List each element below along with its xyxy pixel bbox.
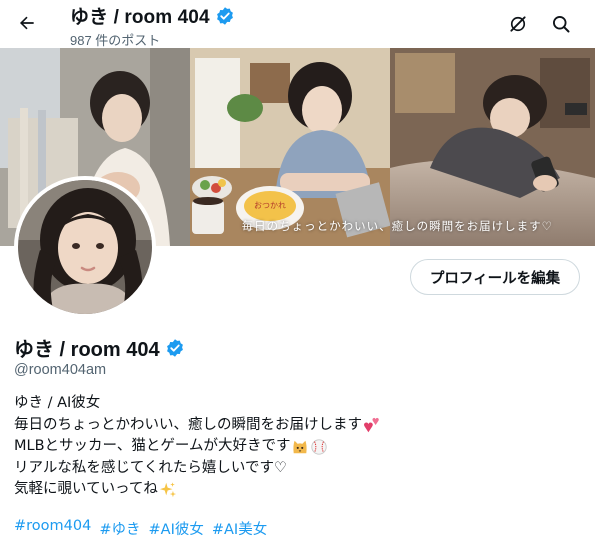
banner-caption: 毎日のちょっとかわいい、癒しの瞬間をお届けします♡ bbox=[241, 219, 553, 233]
search-icon bbox=[553, 16, 570, 33]
grok-icon bbox=[510, 16, 526, 32]
edit-profile-button[interactable]: プロフィールを編集 bbox=[410, 259, 580, 295]
header-title: ゆき / room 404 bbox=[70, 2, 235, 29]
bio-text: ゆき / AI彼女 bbox=[14, 395, 101, 411]
back-button[interactable] bbox=[10, 6, 44, 40]
avatar-image bbox=[18, 180, 152, 314]
sparkles-icon bbox=[159, 482, 176, 497]
hashtag-link[interactable]: #AI美女 bbox=[212, 518, 267, 539]
grok-button[interactable] bbox=[502, 8, 534, 40]
search-button[interactable] bbox=[545, 8, 577, 40]
display-name-row: ゆき / room 404 bbox=[14, 333, 185, 362]
hashtag-link[interactable]: #AI彼女 bbox=[149, 518, 204, 539]
bio-line: MLBとサッカー、猫とゲームが大好きです bbox=[14, 436, 574, 458]
bio-line: 毎日のちょっとかわいい、癒しの瞬間をお届けします bbox=[14, 415, 574, 437]
bio-text: 気軽に覗いていってね bbox=[14, 481, 158, 497]
bio-line: 気軽に覗いていってね bbox=[14, 479, 574, 501]
bio-text: リアルな私を感じてくれたら嬉しいです♡ bbox=[14, 459, 287, 476]
bio: ゆき / AI彼女 毎日のちょっとかわいい、癒しの瞬間をお届けします MLBとサ… bbox=[14, 393, 574, 501]
display-name: ゆき / room 404 bbox=[14, 339, 160, 361]
verified-badge-icon bbox=[166, 338, 183, 357]
hashtag-link[interactable]: #ゆき bbox=[99, 518, 140, 539]
bio-line: ゆき / AI彼女 bbox=[14, 393, 574, 415]
cat-face-icon bbox=[293, 440, 308, 454]
profile-page: ゆき / room 404 987 件のポスト おつかれ 毎日のちょっとかわいい… bbox=[0, 0, 595, 540]
hashtags: #room404 #ゆき #AI彼女 #AI美女 bbox=[14, 518, 267, 539]
bio-line: リアルな私を感じてくれたら嬉しいです♡ bbox=[14, 458, 574, 480]
hashtag-link[interactable]: #room404 bbox=[14, 518, 91, 539]
two-hearts-icon bbox=[364, 418, 379, 433]
top-bar: ゆき / room 404 987 件のポスト bbox=[0, 0, 595, 48]
bio-text: 毎日のちょっとかわいい、癒しの瞬間をお届けします bbox=[14, 416, 362, 433]
plate-text: おつかれ bbox=[254, 201, 286, 210]
arrow-left-icon bbox=[19, 16, 34, 30]
baseball-icon bbox=[311, 439, 328, 455]
verified-badge-icon bbox=[216, 6, 233, 25]
bio-text: MLBとサッカー、猫とゲームが大好きです bbox=[14, 438, 291, 454]
handle: @room404am bbox=[14, 362, 107, 378]
post-count: 987 件のポスト bbox=[70, 33, 161, 48]
avatar[interactable] bbox=[14, 176, 156, 318]
header-name: ゆき / room 404 bbox=[70, 7, 210, 28]
